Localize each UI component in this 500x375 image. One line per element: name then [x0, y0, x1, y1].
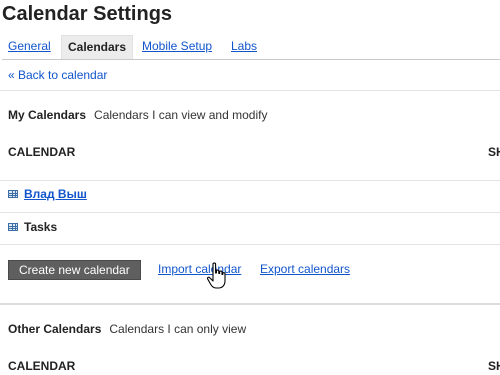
- import-calendar-link[interactable]: Import calendar: [158, 262, 241, 276]
- divider: [0, 244, 500, 245]
- my-calendars-description: Calendars I can view and modify: [94, 108, 268, 122]
- other-calendars-description: Calendars I can only view: [109, 322, 247, 336]
- hand-cursor-icon: [206, 262, 226, 289]
- create-new-calendar-button[interactable]: Create new calendar: [8, 260, 141, 280]
- sharing-column-header: SH: [488, 145, 500, 159]
- tab-labs[interactable]: Labs: [225, 35, 263, 58]
- tab-mobile-setup[interactable]: Mobile Setup: [136, 35, 218, 58]
- tab-general[interactable]: General: [2, 35, 57, 58]
- tab-calendars[interactable]: Calendars: [61, 35, 134, 59]
- my-calendars-heading: My Calendars: [8, 108, 87, 122]
- settings-tabs: General Calendars Mobile Setup Labs: [2, 35, 500, 60]
- divider: [0, 212, 500, 213]
- calendar-grid-icon: [8, 223, 18, 231]
- back-to-calendar-link[interactable]: « Back to calendar: [8, 68, 107, 82]
- divider: [0, 180, 500, 181]
- calendar-label-tasks: Tasks: [24, 220, 58, 234]
- calendar-row: Влад Выш: [8, 187, 87, 201]
- calendar-link-vlad[interactable]: Влад Выш: [24, 187, 87, 201]
- page-title: Calendar Settings: [2, 3, 173, 25]
- other-calendars-heading: Other Calendars: [8, 322, 102, 336]
- calendar-row: Tasks: [8, 220, 57, 234]
- calendar-grid-icon: [8, 190, 18, 198]
- other-calendars-header: Other Calendars Calendars I can only view: [8, 322, 246, 336]
- export-calendars-link[interactable]: Export calendars: [260, 262, 350, 276]
- calendar-column-header: CALENDAR: [8, 145, 76, 159]
- my-calendars-header: My Calendars Calendars I can view and mod…: [8, 108, 267, 122]
- sharing-column-header: SH: [488, 359, 500, 373]
- section-divider: [0, 303, 500, 305]
- divider: [0, 90, 500, 91]
- calendar-column-header: CALENDAR: [8, 359, 76, 373]
